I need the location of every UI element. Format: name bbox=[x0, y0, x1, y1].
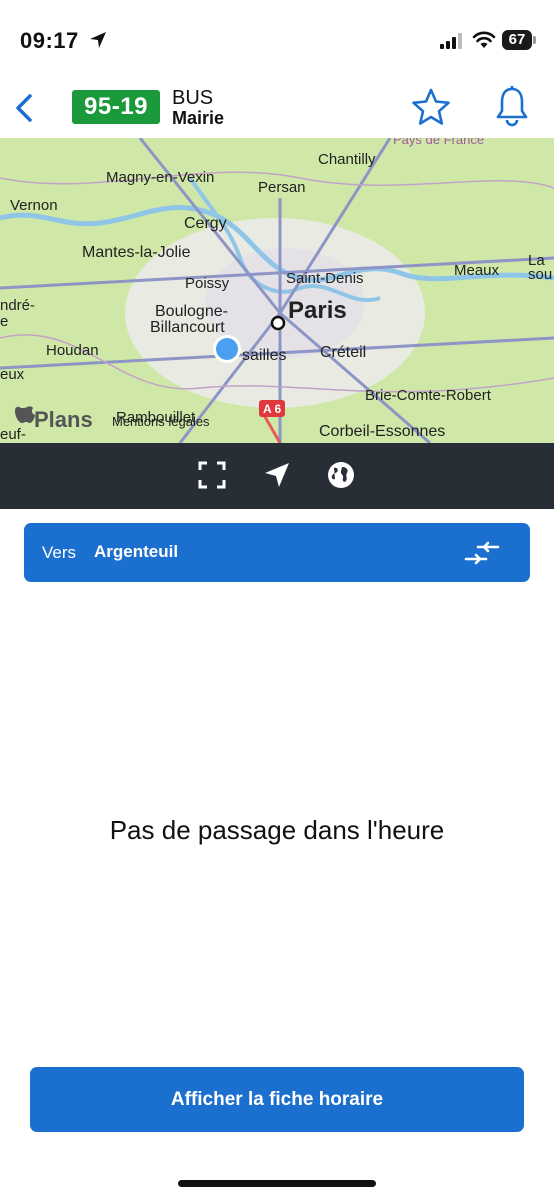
direction-selector[interactable]: Vers Argenteuil bbox=[24, 523, 530, 582]
map-label: Boulogne- bbox=[155, 303, 228, 320]
home-indicator bbox=[178, 1180, 376, 1187]
map-label: Magny-en-Vexin bbox=[106, 169, 214, 186]
map-label: Saint-Denis bbox=[286, 270, 364, 287]
direction-destination: Argenteuil bbox=[94, 542, 179, 561]
battery-icon: 67 bbox=[502, 30, 536, 50]
map-label: Corbeil-Essonnes bbox=[319, 423, 445, 440]
maps-attribution: Plans bbox=[34, 407, 93, 432]
map-label: Poissy bbox=[185, 275, 230, 292]
map-label: Houdan bbox=[46, 342, 99, 359]
show-timetable-button[interactable]: Afficher la fiche horaire bbox=[30, 1067, 524, 1132]
map-label: Mantes-la-Jolie bbox=[82, 244, 191, 261]
map-label: sou bbox=[528, 266, 552, 283]
location-icon[interactable] bbox=[263, 461, 291, 489]
battery-level: 67 bbox=[502, 30, 532, 50]
map-label: eux bbox=[0, 366, 25, 383]
stop-name: Mairie bbox=[172, 108, 225, 128]
cellular-signal-icon bbox=[440, 33, 462, 49]
map-label: Vernon bbox=[10, 197, 58, 214]
map-label: euf- bbox=[0, 426, 26, 443]
map-label: Cergy bbox=[184, 215, 227, 232]
status-bar: 09:17 67 bbox=[0, 0, 554, 80]
map-label: ndré- bbox=[0, 297, 35, 314]
map-label: sailles bbox=[242, 347, 286, 364]
map-toolbar bbox=[0, 443, 554, 509]
map-canvas: Chantilly Pays de France Magny-en-Vexin … bbox=[0, 138, 554, 443]
map-label: Meaux bbox=[454, 262, 500, 279]
map-label: Brie-Comte-Robert bbox=[365, 387, 492, 404]
map-label[interactable]: Mentions légales bbox=[112, 414, 210, 429]
wifi-icon bbox=[472, 31, 496, 48]
direction-prefix: Vers bbox=[42, 543, 77, 562]
location-arrow-icon bbox=[90, 32, 106, 48]
swap-direction-icon[interactable] bbox=[464, 541, 500, 565]
map-label: Paris bbox=[288, 297, 347, 324]
no-departures-message: Pas de passage dans l'heure bbox=[109, 815, 445, 845]
fullscreen-icon[interactable] bbox=[198, 461, 226, 489]
globe-icon[interactable] bbox=[327, 461, 355, 489]
nav-header: 95-19 BUS Mairie bbox=[0, 80, 554, 138]
map-label: Billancourt bbox=[150, 319, 225, 336]
map-label: Chantilly bbox=[318, 151, 376, 168]
map-label: Créteil bbox=[320, 344, 366, 361]
back-chevron-icon[interactable] bbox=[10, 88, 40, 128]
map-label: Persan bbox=[258, 179, 306, 196]
notification-bell-icon[interactable] bbox=[494, 85, 530, 129]
map-label: e bbox=[0, 313, 8, 330]
map-label: Pays de France bbox=[393, 138, 484, 147]
favorite-star-icon[interactable] bbox=[410, 86, 452, 128]
status-time: 09:17 bbox=[20, 28, 79, 53]
transport-mode: BUS bbox=[172, 87, 214, 109]
line-badge: 95-19 bbox=[72, 90, 160, 124]
map-view[interactable]: Chantilly Pays de France Magny-en-Vexin … bbox=[0, 138, 554, 443]
highway-shield-label: A 6 bbox=[263, 402, 282, 416]
